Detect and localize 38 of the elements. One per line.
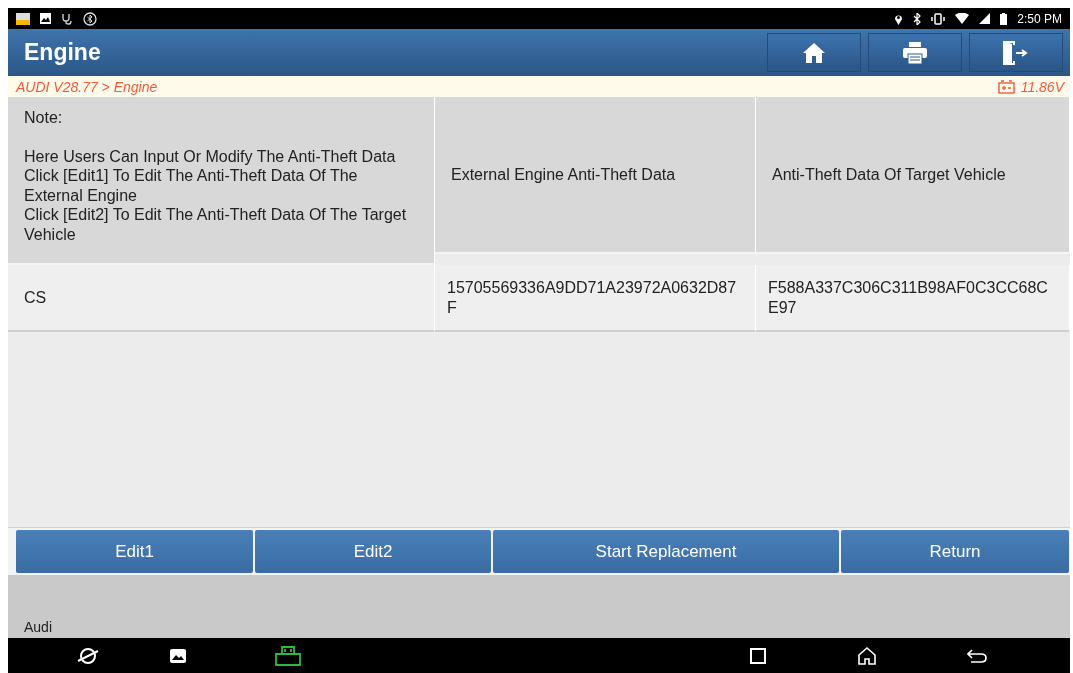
action-button[interactable]: Return [841,530,1069,573]
wifi-icon [955,13,970,24]
signal-icon [979,13,991,24]
car-battery-icon [997,79,1015,94]
exit-door-icon [1003,40,1029,65]
vci-connector-icon[interactable] [274,644,302,667]
note-title: Note: [24,108,63,128]
column-header: External Engine Anti-Theft Data [435,97,756,254]
action-button[interactable]: Start Replacement [493,530,839,573]
column-header: Anti-Theft Data Of Target Vehicle [756,97,1070,254]
home-icon [803,42,825,63]
table-cell: CS [8,265,435,332]
note-text: Click [Edit2] To Edit The Anti-Theft Data Of The Target Vehicle [24,205,408,244]
voltage-reading: 11.86V [1020,78,1064,95]
table-cell: 15705569336A9DD71A23972A0632D87F [435,265,756,332]
action-button[interactable]: Edit1 [16,530,253,573]
note-text: Click [Edit1] To Edit The Anti-Theft Data Of The External Engine [24,166,359,205]
bluetooth-icon [913,12,922,25]
vehicle-name: Audi [24,619,53,635]
battery-icon [1000,12,1008,25]
breadcrumb: AUDI V28.77 > Engine [16,78,159,95]
print-button[interactable] [868,33,962,72]
note-text: Here Users Can Input Or Modify The Anti-Theft Data [24,146,397,166]
status-time: 2:50 PM [1017,11,1062,26]
table-cell: F588A337C306C311B98AF0C3CC68CE97 [756,265,1070,332]
image-icon [40,13,51,24]
vibrate-icon [931,12,946,25]
bluetooth-circle-icon [83,11,97,26]
action-button[interactable]: Edit2 [255,530,491,573]
printer-icon [903,41,927,64]
stethoscope-icon [61,12,73,25]
home-icon[interactable] [857,645,877,666]
back-icon[interactable] [967,647,987,664]
screen-title: Engine [24,39,102,66]
home-button[interactable] [767,33,861,72]
gallery-icon[interactable] [169,647,187,664]
exit-button[interactable] [969,33,1063,72]
recents-icon[interactable] [749,646,767,665]
